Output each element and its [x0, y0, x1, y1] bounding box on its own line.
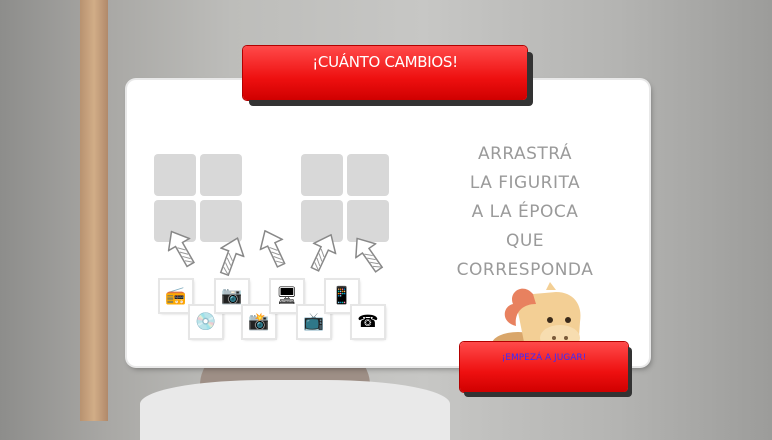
vinyl-record-icon: 💿 [195, 312, 217, 332]
drop-zone-grid-new [301, 154, 389, 242]
thumbnail-radio[interactable]: 📻 [160, 280, 192, 312]
thumbnail-rotary-phone[interactable]: ☎ [352, 306, 384, 338]
drop-cell[interactable] [347, 154, 389, 196]
instruction-text: ARRASTRÁ LA FIGURITA A LA ÉPOCA QUE CORR… [440, 140, 610, 285]
drop-zone-grid-old [154, 154, 242, 242]
instruction-line: LA FIGURITA [469, 173, 581, 193]
old-tv-icon: 📺 [303, 312, 325, 332]
background-person-shirt [140, 380, 450, 440]
instruction-line: ARRASTRÁ [477, 144, 573, 164]
flatscreen-tv-icon: 🖥 [276, 286, 298, 306]
game-title-banner: ¡CUÁNTO CAMBIOS! [243, 46, 527, 100]
digital-camera-icon: 📷 [221, 286, 243, 306]
background-wood-post [80, 0, 108, 421]
instruction-line: QUE CORRESPONDA [456, 231, 594, 280]
film-camera-icon: 📸 [248, 312, 270, 332]
drop-cell[interactable] [200, 154, 242, 196]
drop-cell[interactable] [154, 154, 196, 196]
instruction-line: A LA ÉPOCA [471, 202, 579, 222]
radio-icon: 📻 [165, 286, 187, 306]
start-game-button[interactable]: ¡EMPEZÁ A JUGAR! [460, 342, 628, 392]
drop-cell[interactable] [301, 154, 343, 196]
smartphone-icon: 📱 [331, 286, 353, 306]
rotary-phone-icon: ☎ [357, 312, 379, 332]
